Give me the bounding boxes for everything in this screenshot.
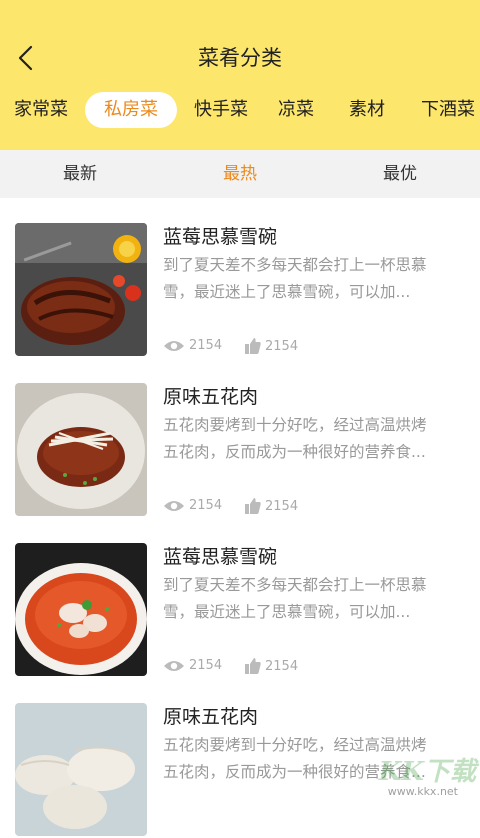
header-bar: 菜肴分类 家常菜 私房菜 快手菜 凉菜 素材 下酒菜 (0, 0, 480, 150)
recipe-title: 原味五花肉 (163, 706, 259, 728)
recipe-title: 蓝莓思慕雪碗 (163, 546, 278, 568)
recipe-thumbnail (15, 543, 147, 676)
recipe-item[interactable]: 原味五花肉 五花肉要烤到十分好吃，经过高温烘烤 五花肉，反而成为一种很好的营养食… (0, 358, 480, 518)
recipe-description: 五花肉要烤到十分好吃，经过高温烘烤 五花肉，反而成为一种很好的营养食... (163, 416, 427, 461)
recipe-item[interactable]: 蓝莓思慕雪碗 到了夏天差不多每天都会打上一杯思慕 雪，最近迷上了思慕雪碗，可以加… (0, 518, 480, 678)
sort-tab-hottest[interactable]: 最热 (190, 150, 290, 198)
eye-icon (164, 340, 184, 351)
recipe-thumbnail (15, 223, 147, 356)
views-stat: 2154 (163, 498, 222, 513)
page-title: 菜肴分类 (198, 46, 282, 70)
recipe-title: 原味五花肉 (163, 386, 259, 408)
category-tab-private[interactable]: 私房菜 (85, 92, 177, 128)
likes-count: 2154 (265, 658, 299, 674)
sort-bar: 最新 最热 最优 (0, 150, 480, 198)
views-count: 2154 (189, 338, 223, 353)
watermark-logo: KK下载 (378, 757, 476, 787)
category-tab-quick[interactable]: 快手菜 (194, 92, 248, 128)
sort-tab-best[interactable]: 最优 (350, 150, 450, 198)
recipe-title: 蓝莓思慕雪碗 (163, 226, 278, 248)
likes-stat[interactable]: 2154 (245, 498, 298, 514)
category-tab-home[interactable]: 家常菜 (14, 92, 68, 128)
recipe-description: 到了夏天差不多每天都会打上一杯思慕 雪，最近迷上了思慕雪碗，可以加... (163, 256, 427, 301)
recipe-thumbnail (15, 383, 147, 516)
likes-count: 2154 (265, 338, 299, 354)
category-tabs: 家常菜 私房菜 快手菜 凉菜 素材 下酒菜 (0, 90, 480, 132)
thumbs-up-icon (245, 338, 261, 354)
views-stat: 2154 (163, 658, 222, 673)
category-tab-bar-snacks[interactable]: 下酒菜 (421, 92, 475, 128)
watermark-url: www.kkx.net (387, 785, 458, 798)
likes-stat[interactable]: 2154 (245, 658, 298, 674)
recipe-description: 到了夏天差不多每天都会打上一杯思慕 雪，最近迷上了思慕雪碗，可以加... (163, 576, 427, 621)
thumbs-up-icon (245, 498, 261, 514)
views-count: 2154 (189, 658, 223, 673)
recipe-item[interactable]: 蓝莓思慕雪碗 到了夏天差不多每天都会打上一杯思慕 雪，最近迷上了思慕雪碗，可以加… (0, 198, 480, 358)
eye-icon (164, 500, 184, 511)
likes-count: 2154 (265, 498, 299, 514)
category-tab-vegetable[interactable]: 素材 (349, 92, 385, 128)
watermark: KK下载 www.kkx.net (356, 758, 476, 798)
views-count: 2154 (189, 498, 223, 513)
views-stat: 2154 (163, 338, 222, 353)
eye-icon (164, 660, 184, 671)
thumbs-up-icon (245, 658, 261, 674)
category-tab-cold[interactable]: 凉菜 (278, 92, 314, 128)
recipe-thumbnail (15, 703, 147, 836)
sort-tab-newest[interactable]: 最新 (30, 150, 130, 198)
likes-stat[interactable]: 2154 (245, 338, 298, 354)
